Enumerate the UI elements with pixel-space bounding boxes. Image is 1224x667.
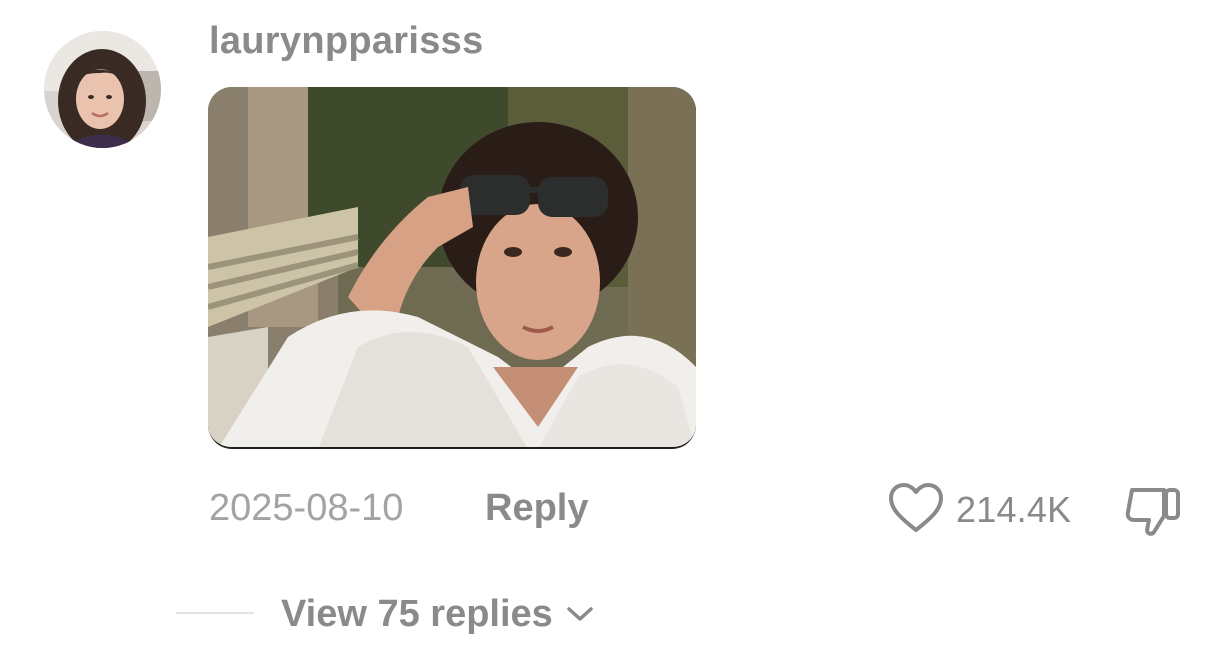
comment-actions: 2025-08-10 Reply 214.4K [0, 480, 1224, 540]
comment-image-photo [208, 87, 696, 447]
view-replies-button[interactable]: View 75 replies [281, 590, 595, 638]
like-count: 214.4K [956, 489, 1072, 530]
avatar-image [44, 31, 161, 148]
dislike-button[interactable] [1124, 484, 1182, 538]
avatar[interactable] [44, 31, 161, 148]
comment-item: laurynpparisss 2025-08-10 Reply 214.4K V… [0, 0, 1224, 667]
thumbs-down-icon [1124, 488, 1182, 542]
heart-icon [888, 482, 944, 539]
like-button[interactable]: 214.4K [888, 482, 1071, 538]
chevron-down-icon [565, 604, 595, 629]
reply-button[interactable]: Reply [485, 484, 588, 532]
view-replies-label: View 75 replies [281, 593, 553, 635]
comment-image[interactable] [208, 87, 696, 449]
replies-row: View 75 replies [0, 588, 1224, 644]
replies-divider [176, 612, 254, 614]
comment-date: 2025-08-10 [209, 487, 404, 529]
username[interactable]: laurynpparisss [209, 17, 484, 65]
